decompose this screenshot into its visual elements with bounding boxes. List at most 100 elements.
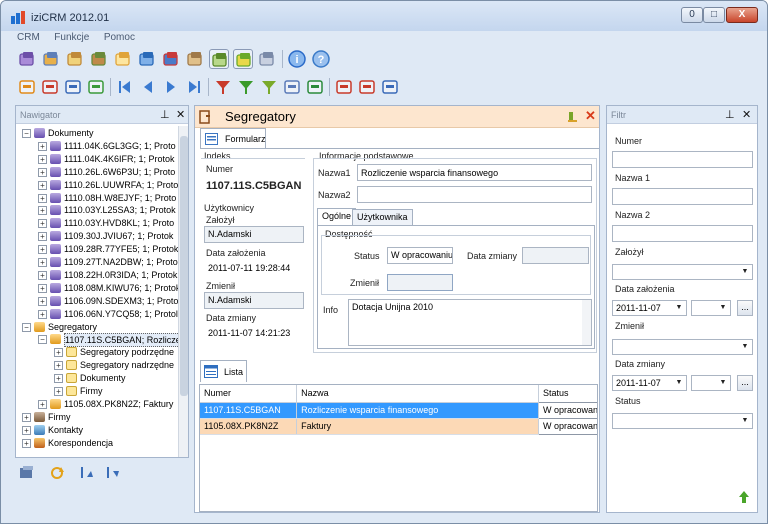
tree-item[interactable]: + Firmy [16,411,178,424]
expand-icon[interactable]: + [54,374,63,384]
tree-item[interactable]: +1106.06N.Y7CQ58; 1; Protol [16,308,178,321]
tools-button[interactable] [257,49,277,69]
tree-item[interactable]: + Kontakty [16,424,178,437]
tree-item[interactable]: +1108.22H.0R3IDA; 1; Protok [16,269,178,282]
tab-ogolne[interactable]: Ogólne [317,208,357,225]
expand-icon[interactable]: + [38,193,47,203]
filter-button[interactable] [233,49,253,69]
tree-item[interactable]: + Dokumenty [16,372,178,385]
expand-icon[interactable]: + [38,206,47,216]
collapse-icon[interactable]: − [22,129,31,138]
envelope-button[interactable] [113,49,133,69]
house-button[interactable] [41,49,61,69]
filter-nazwa2-input[interactable] [612,225,753,242]
info-textarea[interactable]: Dotacja Unijna 2010 [348,299,592,346]
report-button[interactable] [380,77,400,97]
pin-icon[interactable]: ⊥ [160,106,170,124]
tree-item[interactable]: +1105.08X.PK8N2Z; Faktury [16,398,178,411]
help-button[interactable]: ? [311,49,331,69]
info-button[interactable]: i [287,49,307,69]
nazwa2-input[interactable] [357,186,592,203]
sort-desc-icon[interactable] [105,465,121,481]
number-check-button[interactable] [305,77,325,97]
tree-item[interactable]: +1110.03Y.L25SA3; 1; Protok [16,204,178,217]
maximize-button[interactable]: □ [703,7,725,23]
expand-icon[interactable]: + [22,425,31,435]
contacts-button[interactable] [161,49,181,69]
close-panel-icon[interactable]: ✕ [742,106,751,124]
expand-icon[interactable]: + [54,348,63,358]
filter-data-zmiany-to[interactable]: ▼ [691,375,731,391]
tree-item[interactable]: +1109.30J.JVIU67; 1; Protok [16,230,178,243]
edit-red-button[interactable] [40,77,60,97]
collapse-icon[interactable]: − [22,322,31,332]
expand-icon[interactable]: + [38,283,47,293]
sort-asc-icon[interactable] [79,465,95,481]
tab-formularz[interactable]: Formularz [200,128,266,149]
tree-item[interactable]: +1109.27T.NA2DBW; 1; Proto [16,256,178,269]
tree-item[interactable]: + Segregatory podrzędne [16,346,178,359]
tab-lista[interactable]: Lista [200,360,247,382]
filter-numer-input[interactable] [612,151,753,168]
expand-icon[interactable]: + [38,180,47,190]
printer-button[interactable] [185,49,205,69]
database-add-button[interactable] [357,77,377,97]
scrollbar-thumb[interactable] [180,136,188,396]
column-header-nazwa[interactable]: Nazwa [296,385,539,402]
expand-icon[interactable]: + [38,399,47,409]
expand-icon[interactable]: + [38,270,47,280]
table-row[interactable]: 1107.11S.C5BGAN Rozliczenie wsparcia fina… [200,401,597,419]
filter-save-icon[interactable] [19,465,35,481]
filter-zalozyl-select[interactable]: ▼ [612,264,753,280]
expand-icon[interactable]: + [38,141,47,151]
tree-item[interactable]: − 1107.11S.C5BGAN; Rozlicze [16,333,178,348]
layout-button[interactable] [209,49,229,69]
apply-filter-icon[interactable] [738,490,750,504]
expand-icon[interactable]: + [54,387,63,396]
expand-icon[interactable]: + [38,154,47,164]
tree-item[interactable]: +1108.08M.KIWU76; 1; Protok [16,282,178,295]
refresh-icon[interactable] [49,465,65,481]
menu-funkcje[interactable]: Funkcje [54,32,89,43]
filter-data-zmiany-more-button[interactable]: ... [737,375,753,391]
filter-data-zalozenia-from[interactable]: 2011-11-07 ▼ [612,300,687,316]
pen-button[interactable] [282,77,302,97]
building-button[interactable] [65,49,85,69]
move-right-button[interactable] [17,77,37,97]
column-header-numer[interactable]: Numer [200,385,298,402]
tree-item[interactable]: + Segregatory nadrzędne [16,359,178,372]
edit-blue-button[interactable] [63,77,83,97]
tab-uzytkownika[interactable]: Użytkownika [352,209,413,225]
expand-icon[interactable]: + [54,361,63,371]
expand-icon[interactable]: + [22,438,31,448]
filter-edit-button[interactable] [259,77,279,97]
tree-item[interactable]: +1111.04K.4K6IFR; 1; Protok [16,153,178,166]
minimize-button[interactable]: 0 [681,7,703,23]
expand-icon[interactable]: + [22,412,31,422]
database-delete-button[interactable] [334,77,354,97]
tree-item[interactable]: − Dokumenty [16,127,178,140]
menu-pomoc[interactable]: Pomoc [104,32,135,43]
table-row[interactable]: 1105.08X.PK8N2ZFakturyW opracowaniu [200,417,597,435]
last-button[interactable] [184,77,204,97]
expand-icon[interactable]: + [38,296,47,306]
expand-icon[interactable]: + [38,258,47,267]
close-panel-icon[interactable]: ✕ [176,106,185,124]
first-button[interactable] [115,77,135,97]
filter-button[interactable] [236,77,256,97]
filter-remove-button[interactable] [213,77,233,97]
tree-item[interactable]: +1111.04K.6GL3GG; 1; Proto [16,140,178,153]
tree-item[interactable]: − Segregatory [16,321,178,334]
tree-item[interactable]: + Korespondencja [16,437,178,450]
refresh-button[interactable] [86,77,106,97]
pin-icon[interactable]: ⊥ [725,106,735,124]
close-window-button[interactable]: X [726,7,758,23]
filter-zmienil-select[interactable]: ▼ [612,339,753,355]
filter-data-zmiany-from[interactable]: 2011-11-07 ▼ [612,375,687,391]
expand-icon[interactable]: + [38,245,47,255]
expand-icon[interactable]: + [38,232,47,242]
tree-item[interactable]: +1110.08H.W8EJYF; 1; Proto [16,192,178,205]
tree-item[interactable]: +1110.26L.6W6P3U; 1; Proto [16,166,178,179]
filter-nazwa1-input[interactable] [612,188,753,205]
prev-button[interactable] [138,77,158,97]
